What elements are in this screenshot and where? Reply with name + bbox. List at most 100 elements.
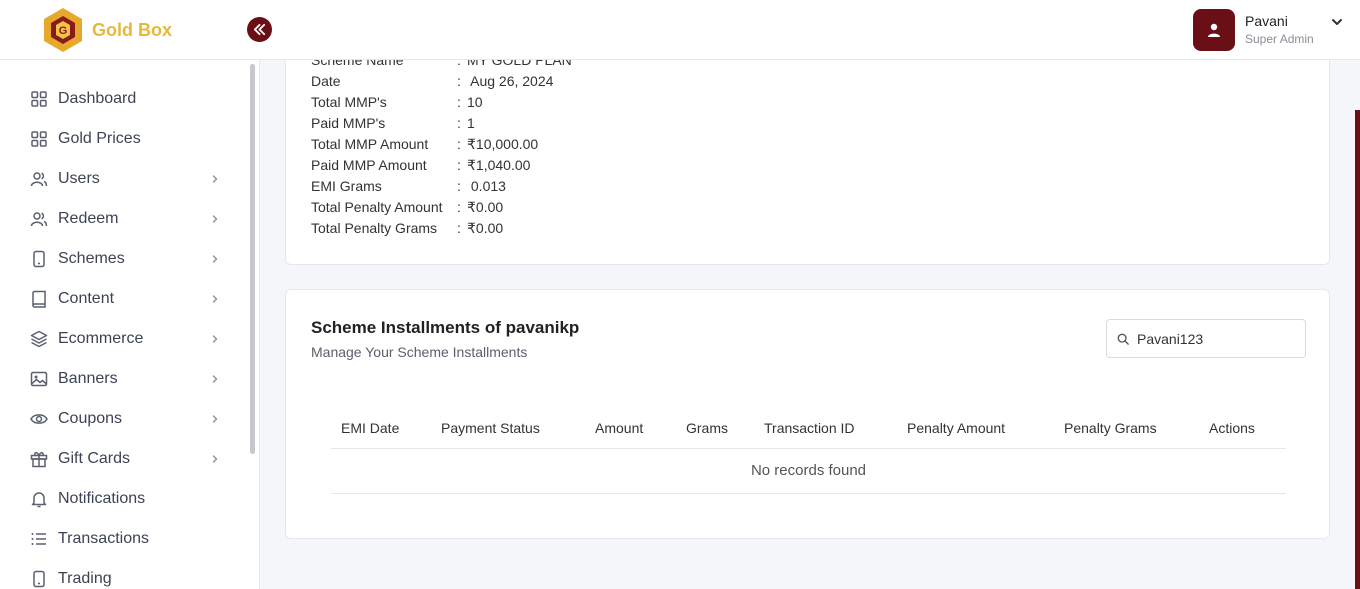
detail-value: 10 [467,94,483,110]
brand-name: Gold Box [92,19,172,40]
sidebar-item-notifications[interactable]: Notifications [30,484,226,514]
column-header[interactable]: Grams [686,420,728,436]
sidebar-item-dashboard[interactable]: Dashboard [30,84,226,114]
sidebar-item-gift-cards[interactable]: Gift Cards [30,444,226,474]
phone-icon [30,250,48,268]
detail-colon: : [457,115,461,131]
sidebar-item-coupons[interactable]: Coupons [30,404,226,434]
detail-value: ₹1,040.00 [467,157,531,173]
detail-row: Paid MMP's:1 [311,115,475,136]
eye-icon [30,410,48,428]
detail-colon: : [457,157,461,173]
sidebar-item-banners[interactable]: Banners [30,364,226,394]
list-icon [30,530,48,548]
sidebar-item-ecommerce[interactable]: Ecommerce [30,324,226,354]
detail-key: Paid MMP Amount [311,157,427,173]
user-icon [1208,23,1220,37]
detail-key: Total MMP's [311,94,387,110]
installments-subtitle: Manage Your Scheme Installments [311,344,528,360]
table-header-divider [331,448,1286,449]
empty-state: No records found [750,462,867,479]
users-icon [30,170,48,188]
search-box[interactable] [1106,319,1306,358]
detail-colon: : [457,94,461,110]
sidebar-item-schemes[interactable]: Schemes [30,244,226,274]
detail-key: EMI Grams [311,178,382,194]
gift-icon [30,450,48,468]
detail-value: Aug 26, 2024 [467,73,554,89]
scheme-installments-card: Scheme Installments of pavanikp Manage Y… [285,289,1330,539]
avatar [1193,9,1235,51]
book-icon [30,290,48,308]
page-scrollbar[interactable] [1355,110,1360,589]
users-icon [30,210,48,228]
chevron-down-icon[interactable] [1330,15,1344,29]
sidebar-item-label: Transactions [58,530,149,547]
sidebar-item-content[interactable]: Content [30,284,226,314]
image-icon [30,370,48,388]
phone-icon [30,570,48,588]
sidebar-item-label: Trading [58,570,112,587]
chevron-right-icon [208,452,222,466]
grid-icon [30,130,48,148]
sidebar-item-label: Content [58,290,115,307]
detail-colon: : [457,136,461,152]
detail-value: 0.013 [467,178,506,194]
sidebar-item-redeem[interactable]: Redeem [30,204,226,234]
chevron-right-icon [208,252,222,266]
sidebar-item-gold-prices[interactable]: Gold Prices [30,124,226,154]
scheme-details-card: Scheme Name: MY GOLD PLAN Date: Aug 26, 20… [285,40,1330,265]
sidebar-item-label: Dashboard [58,90,137,107]
sidebar-item-transactions[interactable]: Transactions [30,524,226,554]
detail-key: Date [311,73,341,89]
collapse-sidebar-button[interactable] [247,17,272,42]
table-bottom-divider [331,493,1286,494]
sidebar-item-label: Gold Prices [58,130,141,147]
detail-colon: : [457,178,461,194]
detail-value: 1 [467,115,475,131]
column-header[interactable]: EMI Date [341,420,399,436]
detail-key: Total Penalty Amount [311,199,443,215]
chevron-right-icon [208,212,222,226]
column-header[interactable]: Payment Status [441,420,540,436]
column-header[interactable]: Penalty Grams [1064,420,1157,436]
sidebar-scrollbar[interactable] [250,64,255,454]
detail-row: Date: Aug 26, 2024 [311,73,553,94]
sidebar-item-label: Banners [58,370,118,387]
sidebar-item-label: Coupons [58,410,123,427]
double-chevron-left-icon [253,23,266,36]
sidebar-item-users[interactable]: Users [30,164,226,194]
detail-key: Paid MMP's [311,115,386,131]
detail-row: Total Penalty Amount: ₹0.00 [311,199,503,220]
detail-row: EMI Grams: 0.013 [311,178,506,199]
grid-icon [30,90,48,108]
detail-key: Total MMP Amount [311,136,429,152]
chevron-right-icon [208,372,222,386]
bell-icon [30,490,48,508]
detail-colon: : [457,199,461,215]
brand[interactable]: G Gold Box [42,7,172,53]
detail-colon: : [457,220,461,236]
column-header[interactable]: Transaction ID [764,420,855,436]
chevron-right-icon [208,412,222,426]
detail-value: ₹10,000.00 [467,136,539,152]
layers-icon [30,330,48,348]
sidebar-item-label: Users [58,170,100,187]
detail-value: ₹0.00 [467,220,504,236]
sidebar-item-label: Redeem [58,210,119,227]
detail-row: Paid MMP Amount: ₹1,040.00 [311,157,530,178]
gold-box-logo-icon: G [44,8,82,52]
sidebar-item-trading[interactable]: Trading [30,564,226,589]
top-bar: G Gold Box Pavani Super Admin [0,0,1360,60]
svg-text:G: G [59,25,68,37]
column-header[interactable]: Penalty Amount [907,420,1005,436]
column-header[interactable]: Amount [595,420,643,436]
search-input[interactable] [1137,330,1297,347]
column-header[interactable]: Actions [1209,420,1255,436]
detail-row: Total MMP's:10 [311,94,483,115]
user-name: Pavani [1245,13,1288,29]
search-icon [1117,333,1129,345]
detail-key: Total Penalty Grams [311,220,438,236]
user-menu[interactable]: Pavani Super Admin [1193,9,1344,51]
chevron-right-icon [208,172,222,186]
